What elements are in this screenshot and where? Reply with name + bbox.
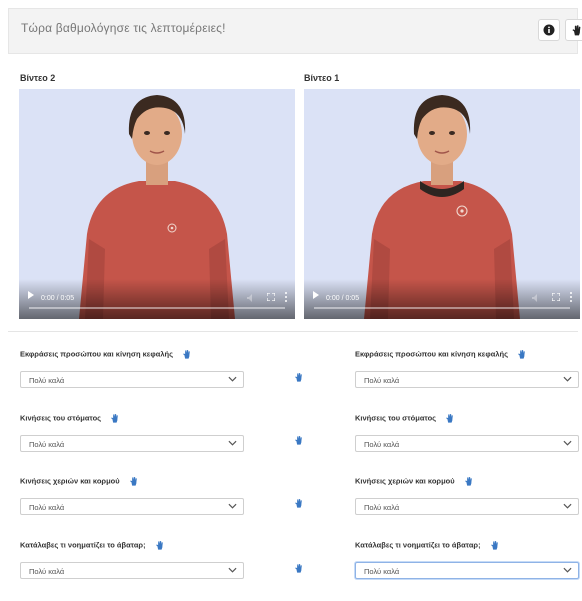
video-progress-bar[interactable]	[314, 307, 570, 309]
video-controls: 0:00 / 0:05	[304, 279, 580, 319]
video-2-label: Βίντεο 2	[20, 73, 56, 83]
hand-sign-icon[interactable]	[154, 540, 165, 551]
rating-select-video-1[interactable]: Πολύ καλά	[355, 371, 579, 388]
question-label-left: Κινήσεις χεριών και κορμού	[20, 476, 139, 487]
rating-select-video-1[interactable]: Πολύ καλά	[355, 498, 579, 515]
hand-sign-icon[interactable]	[489, 540, 500, 551]
question-label-left: Εκφράσεις προσώπου και κίνηση κεφαλής	[20, 349, 192, 360]
chevron-down-icon	[228, 440, 237, 446]
chevron-down-icon	[563, 567, 572, 573]
hand-sign-icon[interactable]	[109, 413, 120, 424]
hand-sign-icon[interactable]	[128, 476, 139, 487]
video-1-label: Βίντεο 1	[304, 73, 340, 83]
hand-sign-icon[interactable]	[181, 349, 192, 360]
page-title: Τώρα βαθμολόγησε τις λεπτομέρειες!	[21, 21, 226, 35]
question-label-right: Κινήσεις του στόματος	[355, 413, 455, 424]
chevron-down-icon	[228, 376, 237, 382]
rating-select-video-2[interactable]: Πολύ καλά	[20, 371, 244, 388]
sign-help-button[interactable]	[565, 19, 582, 41]
info-icon	[543, 24, 555, 36]
video-progress-bar[interactable]	[29, 307, 285, 309]
chevron-down-icon	[563, 503, 572, 509]
rating-select-video-1[interactable]: Πολύ καλά	[355, 562, 579, 579]
hand-sign-icon[interactable]	[293, 435, 304, 446]
chevron-down-icon	[228, 567, 237, 573]
fullscreen-icon[interactable]	[267, 293, 275, 301]
hand-sign-icon	[571, 24, 580, 35]
question-label-left: Κατάλαβες τι νοηματίζει το άβαταρ;	[20, 540, 165, 551]
video-1-player[interactable]: 0:00 / 0:05	[304, 89, 580, 319]
header-bar: Τώρα βαθμολόγησε τις λεπτομέρειες!	[8, 8, 582, 54]
rating-select-video-2[interactable]: Πολύ καλά	[20, 562, 244, 579]
chevron-down-icon	[563, 440, 572, 446]
rating-select-video-2[interactable]: Πολύ καλά	[20, 498, 244, 515]
hand-sign-icon[interactable]	[463, 476, 474, 487]
more-options-icon[interactable]	[570, 292, 572, 302]
fullscreen-icon[interactable]	[552, 293, 560, 301]
chevron-down-icon	[228, 503, 237, 509]
play-icon[interactable]	[28, 291, 34, 299]
volume-icon[interactable]	[247, 294, 255, 302]
video-time: 0:00 / 0:05	[326, 295, 360, 302]
volume-icon[interactable]	[532, 294, 540, 302]
hand-sign-icon[interactable]	[293, 498, 304, 509]
hand-sign-icon[interactable]	[293, 372, 304, 383]
question-label-right: Εκφράσεις προσώπου και κίνηση κεφαλής	[355, 349, 527, 360]
question-label-right: Κατάλαβες τι νοηματίζει το άβαταρ;	[355, 540, 500, 551]
video-2-player[interactable]: 0:00 / 0:05	[19, 89, 295, 319]
play-icon[interactable]	[313, 291, 319, 299]
info-button[interactable]	[538, 19, 560, 41]
rating-select-video-1[interactable]: Πολύ καλά	[355, 435, 579, 452]
rating-select-video-2[interactable]: Πολύ καλά	[20, 435, 244, 452]
section-divider	[8, 331, 578, 332]
hand-sign-icon[interactable]	[516, 349, 527, 360]
hand-sign-icon[interactable]	[444, 413, 455, 424]
video-controls: 0:00 / 0:05	[19, 279, 295, 319]
hand-sign-icon[interactable]	[293, 563, 304, 574]
chevron-down-icon	[563, 376, 572, 382]
question-label-left: Κινήσεις του στόματος	[20, 413, 120, 424]
video-time: 0:00 / 0:05	[41, 295, 75, 302]
question-label-right: Κινήσεις χεριών και κορμού	[355, 476, 474, 487]
more-options-icon[interactable]	[285, 292, 287, 302]
